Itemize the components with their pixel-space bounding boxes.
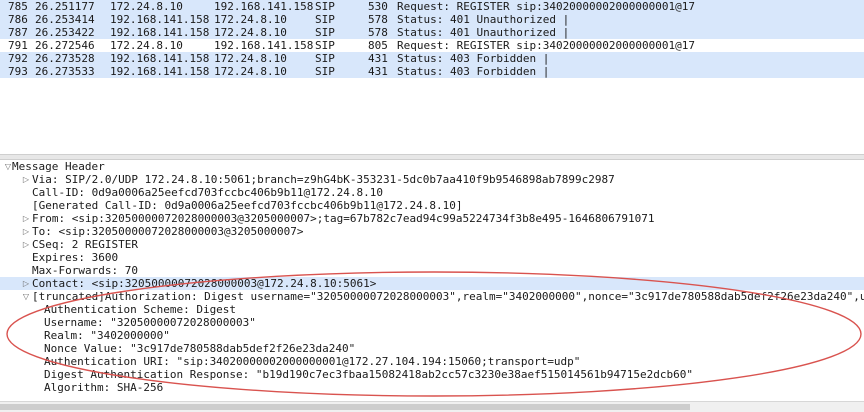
packet-list-empty-area	[0, 78, 864, 154]
tree-item-label: [Generated Call-ID: 0d9a0006a25eefcd703f…	[32, 199, 463, 212]
tree-item-max-forwards[interactable]: Max-Forwards: 70	[0, 264, 864, 277]
tree-item-auth-uri[interactable]: Authentication URI: "sip:340200000020000…	[0, 355, 864, 368]
packet-info: Request: REGISTER sip:340200000020000000…	[397, 39, 695, 52]
tree-item-contact[interactable]: ▷ Contact: <sip:32050000072028000003@172…	[0, 277, 864, 290]
packet-time: 26.253422	[35, 26, 95, 39]
tree-item-username[interactable]: Username: "32050000072028000003"	[0, 316, 864, 329]
packet-protocol: SIP	[315, 39, 335, 52]
tree-item-via[interactable]: ▷ Via: SIP/2.0/UDP 172.24.8.10:5061;bran…	[0, 173, 864, 186]
tree-item-nonce[interactable]: Nonce Value: "3c917de780588dab5def2f26e2…	[0, 342, 864, 355]
tree-item-auth-scheme[interactable]: Authentication Scheme: Digest	[0, 303, 864, 316]
collapsed-icon[interactable]: ▷	[22, 173, 30, 186]
packet-length: 431	[368, 65, 388, 78]
packet-length: 578	[368, 26, 388, 39]
tree-item-authorization[interactable]: ▽ [truncated]Authorization: Digest usern…	[0, 290, 864, 303]
packet-source: 192.168.141.158	[110, 13, 210, 26]
tree-item-label: Expires: 3600	[32, 251, 119, 264]
packet-destination: 172.24.8.10	[214, 52, 287, 65]
tree-item-label: CSeq: 2 REGISTER	[32, 238, 138, 251]
tree-item-call-id[interactable]: Call-ID: 0d9a0006a25eefcd703fccbc406b9b1…	[0, 186, 864, 199]
packet-protocol: SIP	[315, 0, 335, 13]
collapsed-icon[interactable]: ▷	[22, 238, 30, 251]
packet-info: Status: 403 Forbidden |	[397, 52, 550, 65]
packet-time: 26.251177	[35, 0, 95, 13]
tree-item-label: Realm: "3402000000"	[44, 329, 170, 342]
packet-length: 578	[368, 13, 388, 26]
packet-row[interactable]: 793 26.273533 192.168.141.158 172.24.8.1…	[0, 65, 864, 78]
packet-row[interactable]: 791 26.272546 172.24.8.10 192.168.141.15…	[0, 39, 864, 52]
packet-info: Status: 401 Unauthorized |	[397, 13, 570, 26]
packet-source: 172.24.8.10	[110, 39, 183, 52]
packet-destination: 192.168.141.158	[214, 39, 314, 52]
packet-length: 431	[368, 52, 388, 65]
tree-item-realm[interactable]: Realm: "3402000000"	[0, 329, 864, 342]
packet-no: 791	[8, 39, 28, 52]
tree-item-label: Username: "32050000072028000003"	[44, 316, 256, 329]
packet-destination: 192.168.141.158	[214, 0, 314, 13]
collapsed-icon[interactable]: ▷	[22, 225, 30, 238]
packet-source: 192.168.141.158	[110, 65, 210, 78]
packet-source: 192.168.141.158	[110, 52, 210, 65]
tree-item-label: To: <sip:32050000072028000003@3205000007…	[32, 225, 304, 238]
tree-item-label: Nonce Value: "3c917de780588dab5def2f26e2…	[44, 342, 356, 355]
horizontal-scrollbar[interactable]	[0, 401, 864, 412]
tree-item-label: Call-ID: 0d9a0006a25eefcd703fccbc406b9b1…	[32, 186, 383, 199]
packet-no: 793	[8, 65, 28, 78]
packet-time: 26.273533	[35, 65, 95, 78]
packet-no: 787	[8, 26, 28, 39]
tree-item-label: Message Header	[12, 160, 105, 173]
tree-item-label: Contact: <sip:32050000072028000003@172.2…	[32, 277, 377, 290]
packet-info: Status: 401 Unauthorized |	[397, 26, 570, 39]
packet-info: Request: REGISTER sip:340200000020000000…	[397, 0, 695, 13]
packet-no: 785	[8, 0, 28, 13]
tree-item-digest-response[interactable]: Digest Authentication Response: "b19d190…	[0, 368, 864, 381]
collapsed-icon[interactable]: ▷	[22, 212, 30, 225]
tree-item-label: Via: SIP/2.0/UDP 172.24.8.10:5061;branch…	[32, 173, 615, 186]
tree-item-label: [truncated]Authorization: Digest usernam…	[32, 290, 864, 303]
tree-item-label: Digest Authentication Response: "b19d190…	[44, 368, 694, 381]
packet-time: 26.273528	[35, 52, 95, 65]
packet-destination: 172.24.8.10	[214, 65, 287, 78]
tree-item-label: Authentication URI: "sip:340200000020000…	[44, 355, 581, 368]
expanded-icon[interactable]: ▽	[4, 160, 12, 173]
tree-item-from[interactable]: ▷ From: <sip:32050000072028000003@320500…	[0, 212, 864, 225]
tree-item-generated-call-id[interactable]: [Generated Call-ID: 0d9a0006a25eefcd703f…	[0, 199, 864, 212]
packet-row[interactable]: 792 26.273528 192.168.141.158 172.24.8.1…	[0, 52, 864, 65]
tree-item-label: Max-Forwards: 70	[32, 264, 138, 277]
packet-length: 805	[368, 39, 388, 52]
tree-item-algorithm[interactable]: Algorithm: SHA-256	[0, 381, 864, 394]
packet-time: 26.253414	[35, 13, 95, 26]
tree-item-label: Authentication Scheme: Digest	[44, 303, 237, 316]
tree-item-label: From: <sip:32050000072028000003@32050000…	[32, 212, 655, 225]
packet-no: 792	[8, 52, 28, 65]
tree-item-to[interactable]: ▷ To: <sip:32050000072028000003@32050000…	[0, 225, 864, 238]
collapsed-icon[interactable]: ▷	[22, 277, 30, 290]
tree-item-expires[interactable]: Expires: 3600	[0, 251, 864, 264]
packet-source: 172.24.8.10	[110, 0, 183, 13]
packet-row[interactable]: 785 26.251177 172.24.8.10 192.168.141.15…	[0, 0, 864, 13]
packet-destination: 172.24.8.10	[214, 13, 287, 26]
scrollbar-thumb[interactable]	[0, 404, 690, 410]
tree-item-label: Algorithm: SHA-256	[44, 381, 164, 394]
packet-protocol: SIP	[315, 65, 335, 78]
packet-protocol: SIP	[315, 26, 335, 39]
packet-no: 786	[8, 13, 28, 26]
expanded-icon[interactable]: ▽	[22, 290, 30, 303]
packet-info: Status: 403 Forbidden |	[397, 65, 550, 78]
packet-list: 785 26.251177 172.24.8.10 192.168.141.15…	[0, 0, 864, 78]
packet-protocol: SIP	[315, 52, 335, 65]
packet-row[interactable]: 787 26.253422 192.168.141.158 172.24.8.1…	[0, 26, 864, 39]
tree-item-message-header[interactable]: ▽ Message Header	[0, 160, 864, 173]
packet-source: 192.168.141.158	[110, 26, 210, 39]
tree-item-cseq[interactable]: ▷ CSeq: 2 REGISTER	[0, 238, 864, 251]
packet-destination: 172.24.8.10	[214, 26, 287, 39]
packet-protocol: SIP	[315, 13, 335, 26]
packet-row[interactable]: 786 26.253414 192.168.141.158 172.24.8.1…	[0, 13, 864, 26]
packet-time: 26.272546	[35, 39, 95, 52]
packet-details-tree: ▽ Message Header ▷ Via: SIP/2.0/UDP 172.…	[0, 160, 864, 400]
packet-length: 530	[368, 0, 388, 13]
